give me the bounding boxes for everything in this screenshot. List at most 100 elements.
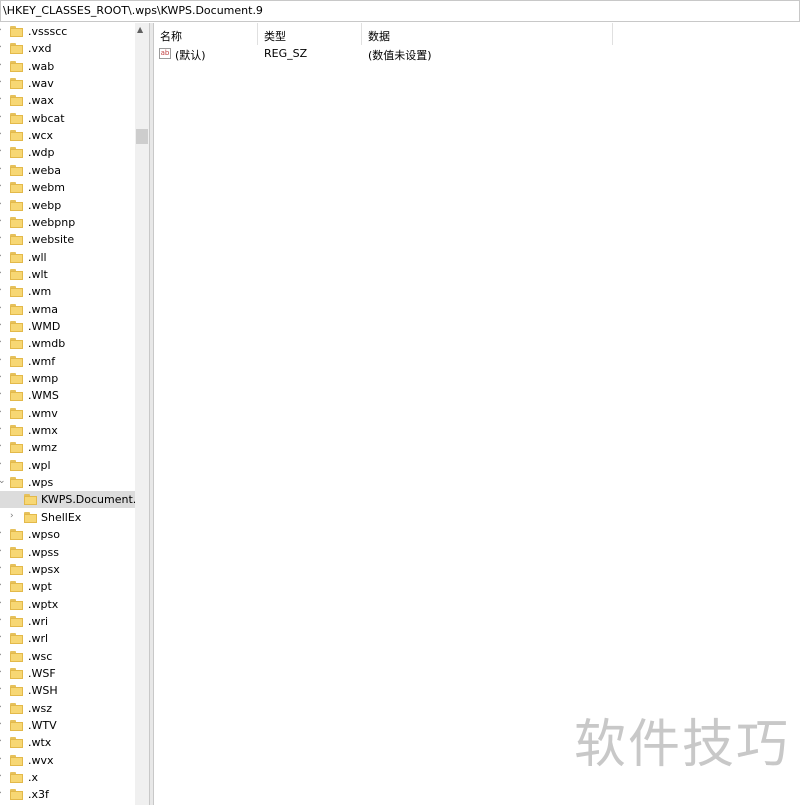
chevron-right-icon[interactable]: › [0, 754, 8, 766]
chevron-right-icon[interactable]: › [0, 181, 8, 193]
tree-item[interactable]: › .wav [0, 75, 135, 92]
chevron-right-icon[interactable]: › [10, 511, 20, 523]
tree-item[interactable]: › .x [0, 769, 135, 786]
tree-item[interactable]: › .webpnp [0, 214, 135, 231]
tree-item[interactable]: › .wpss [0, 544, 135, 561]
tree-item[interactable]: › .wm [0, 283, 135, 300]
chevron-right-icon[interactable]: › [0, 129, 8, 141]
chevron-right-icon[interactable]: › [0, 251, 8, 263]
chevron-right-icon[interactable]: › [0, 632, 8, 644]
tree-item[interactable]: › .wmv [0, 405, 135, 422]
chevron-right-icon[interactable]: › [0, 563, 8, 575]
tree-item[interactable]: › ShellEx [0, 509, 135, 526]
chevron-right-icon[interactable]: › [0, 60, 8, 72]
tree-item[interactable]: › .WSH [0, 682, 135, 699]
chevron-right-icon[interactable]: › [0, 389, 8, 401]
tree-item[interactable]: › .webm [0, 179, 135, 196]
tree-item[interactable]: › .webp [0, 197, 135, 214]
chevron-right-icon[interactable]: › [0, 736, 8, 748]
tree-item[interactable]: › .WMD [0, 318, 135, 335]
tree-item[interactable]: › .wtx [0, 734, 135, 751]
tree-item[interactable]: › .wpl [0, 457, 135, 474]
tree-item[interactable]: › .WSF [0, 665, 135, 682]
tree-item[interactable]: › .wdp [0, 144, 135, 161]
chevron-right-icon[interactable]: › [0, 650, 8, 662]
tree-item[interactable]: › .vxd [0, 40, 135, 57]
registry-tree[interactable]: › .vssscc › .vxd › .wab › .wav › .wax › .wbcat › .wcx… [0, 23, 135, 805]
chevron-right-icon[interactable]: › [0, 112, 8, 124]
chevron-right-icon[interactable]: › [0, 528, 8, 540]
chevron-right-icon[interactable]: › [0, 94, 8, 106]
tree-item[interactable]: › .wab [0, 58, 135, 75]
chevron-right-icon[interactable]: › [0, 771, 8, 783]
tree-item[interactable]: › .wpt [0, 578, 135, 595]
chevron-right-icon[interactable]: › [0, 788, 8, 800]
chevron-right-icon[interactable]: › [0, 598, 8, 610]
tree-item[interactable]: › .wri [0, 613, 135, 630]
chevron-right-icon[interactable]: › [0, 684, 8, 696]
tree-item[interactable]: › .wmz [0, 439, 135, 456]
tree-item[interactable]: › .wax [0, 92, 135, 109]
chevron-right-icon[interactable]: › [0, 77, 8, 89]
tree-item[interactable]: › .wlt [0, 266, 135, 283]
tree-item[interactable]: › .website [0, 231, 135, 248]
chevron-right-icon[interactable]: › [0, 580, 8, 592]
tree-item[interactable]: › .weba [0, 162, 135, 179]
tree-item[interactable]: › .wmx [0, 422, 135, 439]
tree-item[interactable]: › .wcx [0, 127, 135, 144]
chevron-down-icon[interactable]: ⌄ [0, 476, 8, 488]
column-header-name[interactable]: 名称 [154, 23, 258, 45]
chevron-right-icon[interactable]: › [0, 719, 8, 731]
scroll-up-icon[interactable]: ▲ [137, 25, 143, 34]
chevron-right-icon[interactable]: › [0, 702, 8, 714]
tree-scrollbar[interactable]: ▲ [135, 23, 149, 805]
tree-item-label: .wab [28, 59, 55, 73]
chevron-right-icon[interactable]: › [0, 441, 8, 453]
chevron-right-icon[interactable]: › [0, 233, 8, 245]
chevron-right-icon[interactable]: › [0, 199, 8, 211]
tree-item[interactable]: › .wmdb [0, 335, 135, 352]
tree-item[interactable]: › .wvx [0, 752, 135, 769]
column-header-type[interactable]: 类型 [258, 23, 362, 45]
chevron-right-icon[interactable]: › [0, 424, 8, 436]
chevron-right-icon[interactable]: › [0, 320, 8, 332]
chevron-right-icon[interactable]: › [0, 355, 8, 367]
chevron-right-icon[interactable]: › [0, 615, 8, 627]
chevron-right-icon[interactable]: › [0, 407, 8, 419]
tree-item[interactable]: › .wsc [0, 648, 135, 665]
tree-item[interactable]: › .wbcat [0, 110, 135, 127]
tree-item[interactable]: › .wpso [0, 526, 135, 543]
address-bar[interactable]: \HKEY_CLASSES_ROOT\.wps\KWPS.Document.9 [0, 0, 800, 22]
chevron-right-icon[interactable]: › [0, 667, 8, 679]
chevron-right-icon[interactable]: › [0, 216, 8, 228]
value-row[interactable]: ab (默认) REG_SZ (数值未设置) [154, 45, 800, 63]
tree-item[interactable]: › .wptx [0, 596, 135, 613]
chevron-right-icon[interactable]: › [0, 337, 8, 349]
tree-item[interactable]: › .WTV [0, 717, 135, 734]
tree-item[interactable]: ⌄ .wps [0, 474, 135, 491]
tree-item[interactable]: › .wpsx [0, 561, 135, 578]
tree-item[interactable]: › .wsz [0, 700, 135, 717]
chevron-right-icon[interactable]: › [0, 303, 8, 315]
chevron-right-icon[interactable]: › [0, 268, 8, 280]
column-header-data[interactable]: 数据 [362, 23, 613, 45]
chevron-right-icon[interactable]: › [0, 372, 8, 384]
chevron-right-icon[interactable]: › [0, 146, 8, 158]
chevron-right-icon[interactable]: › [0, 164, 8, 176]
tree-item[interactable]: KWPS.Document.9 [0, 491, 135, 509]
chevron-right-icon[interactable]: › [0, 459, 8, 471]
tree-item[interactable]: › .wll [0, 249, 135, 266]
chevron-right-icon[interactable]: › [0, 42, 8, 54]
tree-item[interactable]: › .vssscc [0, 23, 135, 40]
tree-item[interactable]: › .wmp [0, 370, 135, 387]
chevron-right-icon[interactable]: › [0, 546, 8, 558]
tree-item[interactable]: › .wrl [0, 630, 135, 647]
tree-item[interactable]: › .wmf [0, 353, 135, 370]
chevron-right-icon[interactable]: › [0, 25, 8, 37]
scrollbar-thumb[interactable] [136, 129, 148, 144]
values-list[interactable]: 名称 类型 数据 ab (默认) REG_SZ (数值未设置) [154, 23, 800, 805]
tree-item[interactable]: › .WMS [0, 387, 135, 404]
tree-item[interactable]: › .x3f [0, 786, 135, 803]
tree-item[interactable]: › .wma [0, 301, 135, 318]
chevron-right-icon[interactable]: › [0, 285, 8, 297]
